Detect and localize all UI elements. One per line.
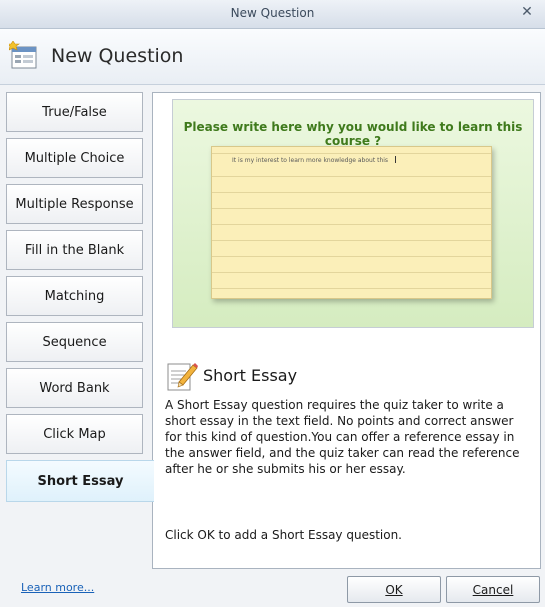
type-sequence-button[interactable]: Sequence [6, 322, 143, 362]
detail-description: A Short Essay question requires the quiz… [165, 398, 520, 476]
preview-answer-text: It is my interest to learn more knowledg… [232, 157, 391, 164]
type-click-map-button[interactable]: Click Map [6, 414, 143, 454]
type-label: Matching [44, 288, 105, 304]
new-question-icon [9, 41, 37, 69]
preview-prompt: Please write here why you would like to … [183, 120, 523, 148]
detail-title: Short Essay [203, 366, 298, 385]
type-label: Multiple Response [15, 196, 134, 212]
detail-panel: Please write here why you would like to … [152, 92, 541, 569]
type-word-bank-button[interactable]: Word Bank [6, 368, 143, 408]
page-title: New Question [51, 45, 184, 67]
type-matching-button[interactable]: Matching [6, 276, 143, 316]
type-multiple-choice-button[interactable]: Multiple Choice [6, 138, 143, 178]
dialog-header: New Question [0, 29, 545, 85]
title-bar: New Question ✕ [0, 0, 545, 29]
detail-hint: Click OK to add a Short Essay question. [165, 528, 402, 542]
type-short-essay-button[interactable]: Short Essay [6, 460, 154, 502]
preview-answer-paper: It is my interest to learn more knowledg… [211, 146, 492, 299]
type-label: Sequence [42, 334, 107, 350]
type-label: Short Essay [37, 473, 124, 489]
essay-pencil-icon [167, 363, 198, 391]
cancel-label: Cancel [472, 582, 514, 597]
type-multiple-response-button[interactable]: Multiple Response [6, 184, 143, 224]
type-label: Click Map [43, 426, 106, 442]
type-label: True/False [42, 104, 107, 120]
type-fill-in-the-blank-button[interactable]: Fill in the Blank [6, 230, 143, 270]
close-icon[interactable]: ✕ [519, 3, 535, 21]
type-label: Multiple Choice [24, 150, 125, 166]
type-label: Fill in the Blank [24, 242, 125, 258]
learn-more-link[interactable]: Learn more... [21, 581, 94, 594]
cancel-button[interactable]: Cancel [446, 576, 540, 603]
ok-button[interactable]: OK [347, 576, 441, 603]
ok-label: OK [385, 582, 403, 597]
window-title: New Question [230, 6, 315, 20]
preview-image: Please write here why you would like to … [172, 99, 534, 328]
type-true-false-button[interactable]: True/False [6, 92, 143, 132]
type-label: Word Bank [39, 380, 110, 396]
text-cursor-icon: I [394, 155, 397, 166]
